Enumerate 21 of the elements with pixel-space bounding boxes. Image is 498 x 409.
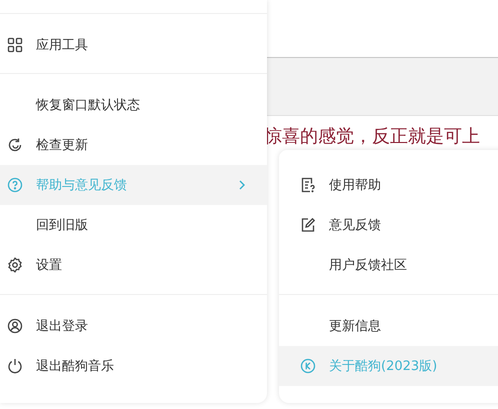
logo-icon	[300, 358, 316, 374]
menu-item[interactable]: 设置	[0, 245, 267, 285]
refresh-icon	[7, 137, 23, 153]
menu-item[interactable]: 恢复窗口默认状态	[0, 85, 267, 125]
menu-item[interactable]: 检查更新	[0, 125, 267, 165]
document-question-icon	[300, 177, 316, 193]
menu-item[interactable]: 回到旧版	[0, 205, 267, 245]
menu-item[interactable]: 用户反馈社区	[279, 245, 498, 285]
menu-item[interactable]: 退出酷狗音乐	[0, 346, 267, 386]
settings-icon	[7, 257, 23, 273]
help-icon	[7, 177, 23, 193]
grid-icon	[7, 37, 23, 53]
edit-icon	[300, 217, 316, 233]
menu-item[interactable]: 意见反馈	[279, 205, 498, 245]
chevron-icon	[239, 180, 245, 190]
power-icon	[7, 358, 23, 374]
user-icon	[7, 318, 23, 334]
menu-item[interactable]: 应用工具	[0, 25, 267, 65]
menu-item[interactable]: 使用帮助	[279, 165, 498, 205]
menu-item[interactable]: 退出登录	[0, 306, 267, 346]
menu-item[interactable]: 更新信息	[279, 306, 498, 346]
